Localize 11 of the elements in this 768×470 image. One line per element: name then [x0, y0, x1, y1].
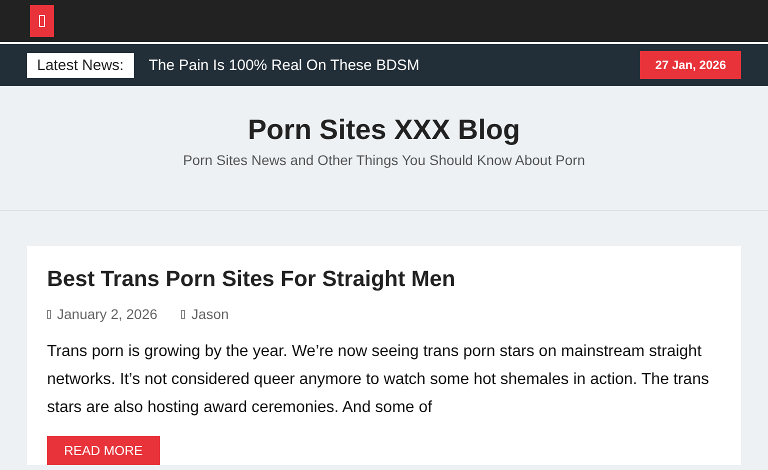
- latest-news-label: Latest News:: [27, 52, 134, 78]
- post-excerpt: Trans porn is growing by the year. We’re now seeing trans porn stars on mainstream straight networks. It’s not considered queer anymore to watch some hot shemales in action. The trans stars are also hosting award ceremonies. And some of: [47, 342, 710, 418]
- date-badge: 27 Jan, 2026: [640, 51, 741, 79]
- site-title[interactable]: Porn Sites XXX Blog: [248, 114, 520, 146]
- read-more-button[interactable]: READ MORE: [47, 436, 160, 465]
- post-title[interactable]: Best Trans Porn Sites For Straight Men: [47, 266, 721, 292]
- post-author[interactable]: Jason: [191, 306, 229, 322]
- menu-button[interactable]: [30, 5, 54, 37]
- news-headline-link[interactable]: The Pain Is 100% Real On These BDSM: [148, 56, 640, 74]
- site-tagline: Porn Sites News and Other Things You Should Know About Porn: [182, 152, 586, 168]
- post-date[interactable]: January 2, 2026: [57, 306, 158, 322]
